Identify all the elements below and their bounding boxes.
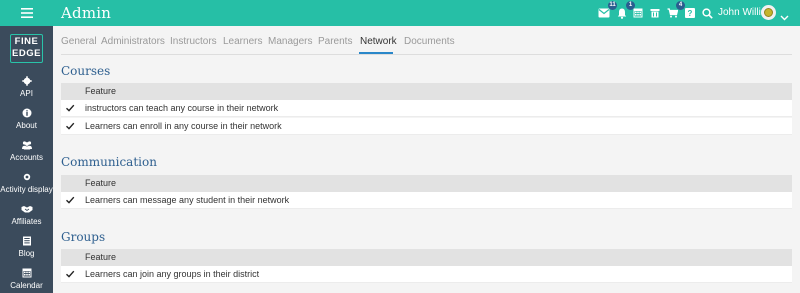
- mail-icon: [598, 8, 610, 18]
- sidebar-item-label: Accounts: [10, 153, 43, 162]
- page-title: Admin: [61, 4, 112, 22]
- tab-divider: [61, 54, 792, 55]
- svg-text:?: ?: [688, 9, 693, 18]
- table-header: Feature: [61, 83, 792, 100]
- column-header-feature: Feature: [85, 86, 117, 96]
- checkbox-checked-icon[interactable]: [65, 269, 75, 279]
- blog-icon: [22, 236, 31, 246]
- calendar-icon: [633, 8, 643, 18]
- logo-line-2: EDGE: [12, 48, 41, 59]
- info-icon: [22, 108, 31, 118]
- menu-button[interactable]: [0, 0, 53, 26]
- search-button[interactable]: [699, 5, 715, 21]
- section-title-communication: Communication: [61, 155, 157, 169]
- messages-button[interactable]: 11: [596, 1, 617, 21]
- tab-general[interactable]: General: [61, 36, 97, 47]
- table-row: Learners can message any student in thei…: [61, 192, 792, 209]
- table-row: Learners can join any groups in their di…: [61, 266, 792, 283]
- trash-icon: [650, 9, 660, 18]
- tab-instructors[interactable]: Instructors: [170, 36, 217, 47]
- table-row: Learners can enroll in any course in the…: [61, 118, 792, 135]
- sidebar-item-affiliates[interactable]: Affiliates: [0, 204, 53, 226]
- bell-icon: [617, 8, 627, 19]
- section-title-groups: Groups: [61, 230, 106, 244]
- feature-label: Learners can message any student in thei…: [85, 195, 290, 205]
- sidebar-item-label: About: [16, 121, 37, 130]
- avatar-image: [764, 8, 773, 17]
- sidebar-item-label: API: [20, 89, 33, 98]
- column-header-feature: Feature: [85, 178, 117, 188]
- user-menu-toggle[interactable]: [780, 8, 789, 26]
- avatar[interactable]: [761, 5, 776, 20]
- tab-learners[interactable]: Learners: [223, 36, 262, 47]
- handshake-icon: [21, 206, 32, 213]
- help-button[interactable]: ?: [682, 5, 698, 21]
- tab-documents[interactable]: Documents: [404, 36, 455, 47]
- feature-label: Learners can enroll in any course in the…: [85, 121, 282, 131]
- tab-administrators[interactable]: Administrators: [101, 36, 165, 47]
- tab-network[interactable]: Network: [360, 36, 397, 47]
- sidebar-item-label: Activity display: [0, 185, 53, 194]
- help-icon: ?: [685, 8, 695, 18]
- sidebar-item-about[interactable]: About: [0, 108, 53, 130]
- calendar-icon: [22, 268, 31, 278]
- sidebar-item-label: Affiliates: [11, 217, 42, 226]
- notifications-button[interactable]: 1: [614, 1, 635, 21]
- sidebar-item-activity-display[interactable]: Activity display: [0, 172, 53, 194]
- table-header: Feature: [61, 175, 792, 192]
- trash-button[interactable]: [647, 5, 663, 21]
- checkbox-checked-icon[interactable]: [65, 195, 75, 205]
- sidebar-item-label: Blog: [18, 249, 35, 258]
- section-title-courses: Courses: [61, 64, 111, 78]
- menu-icon: [20, 8, 33, 18]
- checkbox-checked-icon[interactable]: [65, 121, 75, 131]
- gear-icon: [21, 76, 32, 86]
- logo-line-1: FINE: [14, 36, 39, 47]
- sidebar-item-blog[interactable]: Blog: [0, 236, 53, 258]
- sidebar-item-calendar[interactable]: Calendar: [0, 268, 53, 290]
- chevron-down-icon: [780, 15, 789, 21]
- tab-parents[interactable]: Parents: [318, 36, 352, 47]
- table-header: Feature: [61, 249, 792, 266]
- sidebar-item-api[interactable]: API: [0, 76, 53, 98]
- table-row: instructors can teach any course in thei…: [61, 100, 792, 117]
- cart-button[interactable]: 4: [664, 1, 685, 21]
- cart-icon: [667, 8, 678, 18]
- feature-label: Learners can join any groups in their di…: [85, 269, 260, 279]
- checkbox-checked-icon[interactable]: [65, 103, 75, 113]
- column-header-feature: Feature: [85, 252, 117, 262]
- tab-managers[interactable]: Managers: [268, 36, 312, 47]
- search-icon: [701, 7, 713, 19]
- sidebar-item-accounts[interactable]: Accounts: [0, 140, 53, 162]
- sidebar-item-label: Calendar: [10, 281, 43, 290]
- sidebar: FINE EDGE API About Accounts Activity di…: [0, 26, 53, 293]
- calendar-button[interactable]: [630, 5, 646, 21]
- activity-icon: [23, 173, 30, 181]
- user-name[interactable]: John Willis: [718, 7, 766, 18]
- feature-label: instructors can teach any course in thei…: [85, 103, 279, 113]
- logo[interactable]: FINE EDGE: [10, 34, 43, 63]
- top-bar: Admin 11 1 4 ? John Willis: [0, 0, 800, 26]
- users-icon: [21, 141, 32, 150]
